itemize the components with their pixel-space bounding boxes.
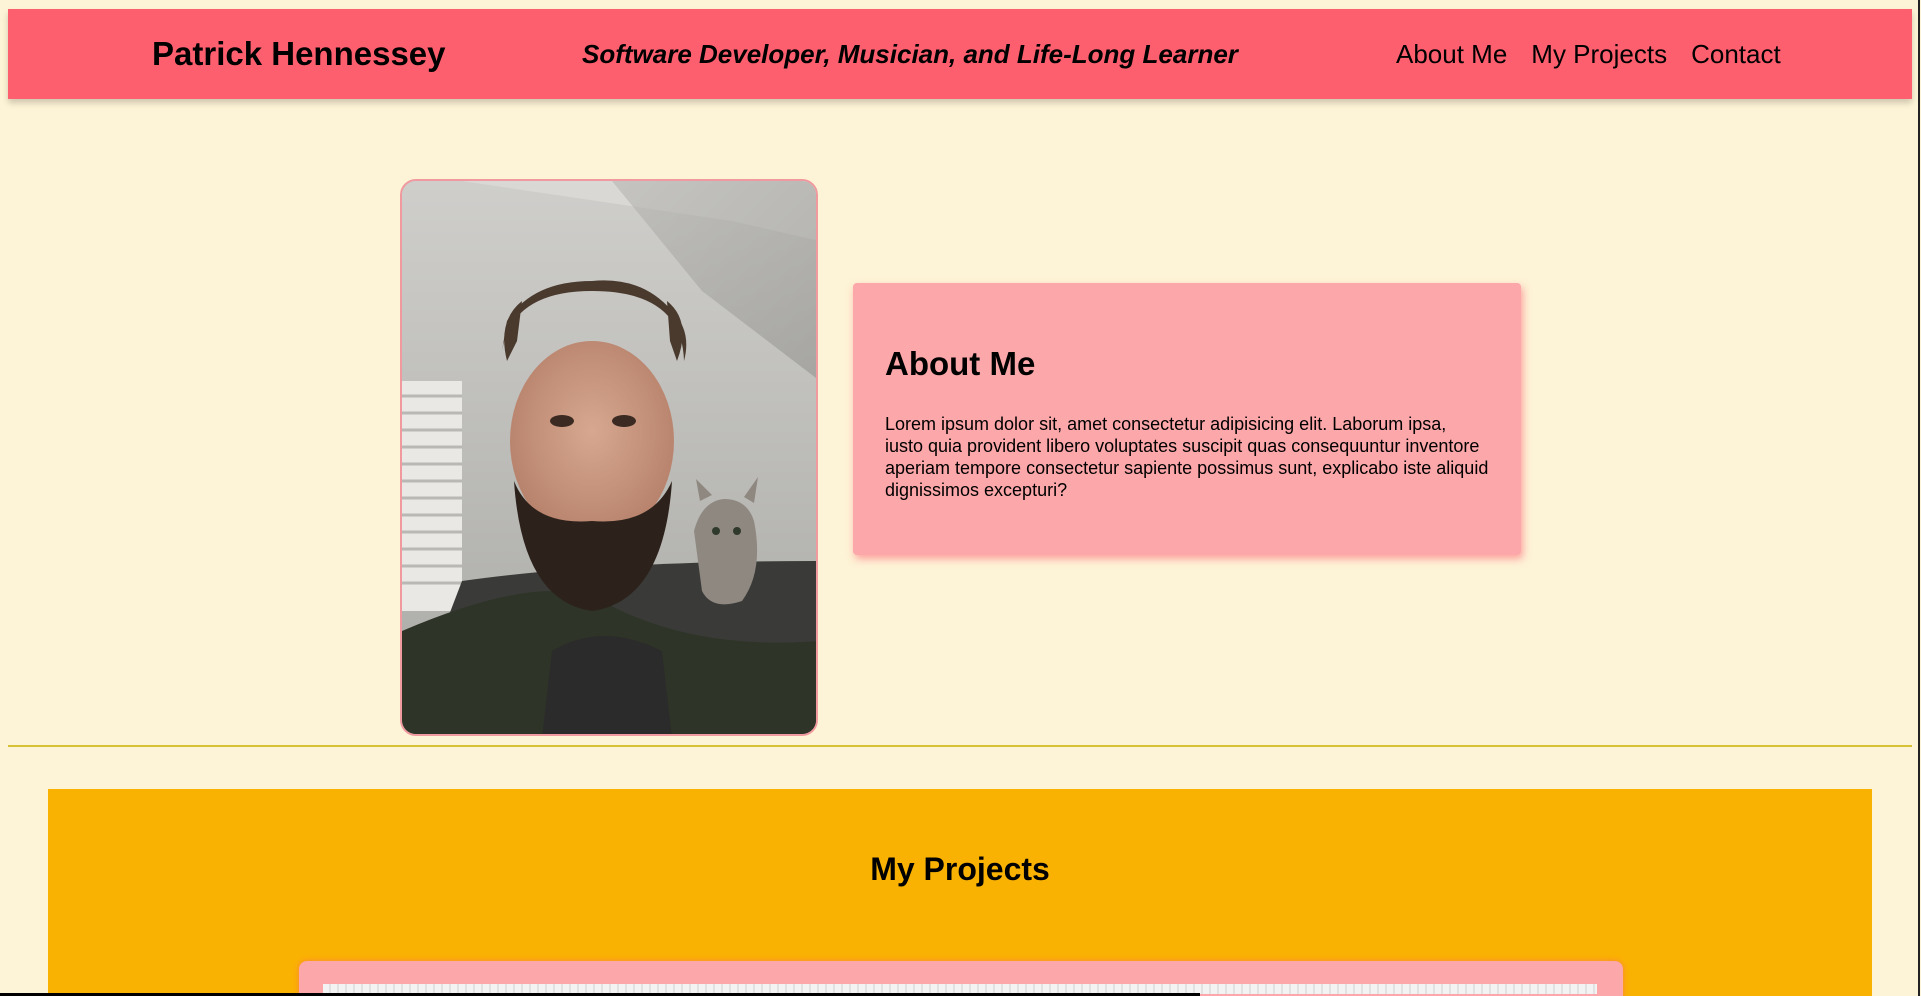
nav-link-about-me[interactable]: About Me [1396,39,1507,70]
section-divider [8,745,1912,747]
page: Patrick Hennessey Software Developer, Mu… [0,0,1921,996]
site-tagline: Software Developer, Musician, and Life-L… [582,39,1238,69]
project-card[interactable] [299,961,1623,996]
about-body: Lorem ipsum dolor sit, amet consectetur … [885,414,1489,500]
nav-link-my-projects[interactable]: My Projects [1531,39,1667,70]
about-card: About Me Lorem ipsum dolor sit, amet con… [853,283,1521,555]
main-nav: About Me My Projects Contact [1396,9,1781,99]
window-right-edge [1918,0,1920,996]
site-brand[interactable]: Patrick Hennessey [152,9,446,99]
profile-photo-illustration [402,181,816,734]
projects-title: My Projects [870,851,1050,887]
projects-section: My Projects [48,789,1872,996]
profile-photo [400,179,818,736]
site-header: Patrick Hennessey Software Developer, Mu… [8,9,1912,99]
nav-link-contact[interactable]: Contact [1691,39,1781,70]
about-title: About Me [885,345,1036,382]
